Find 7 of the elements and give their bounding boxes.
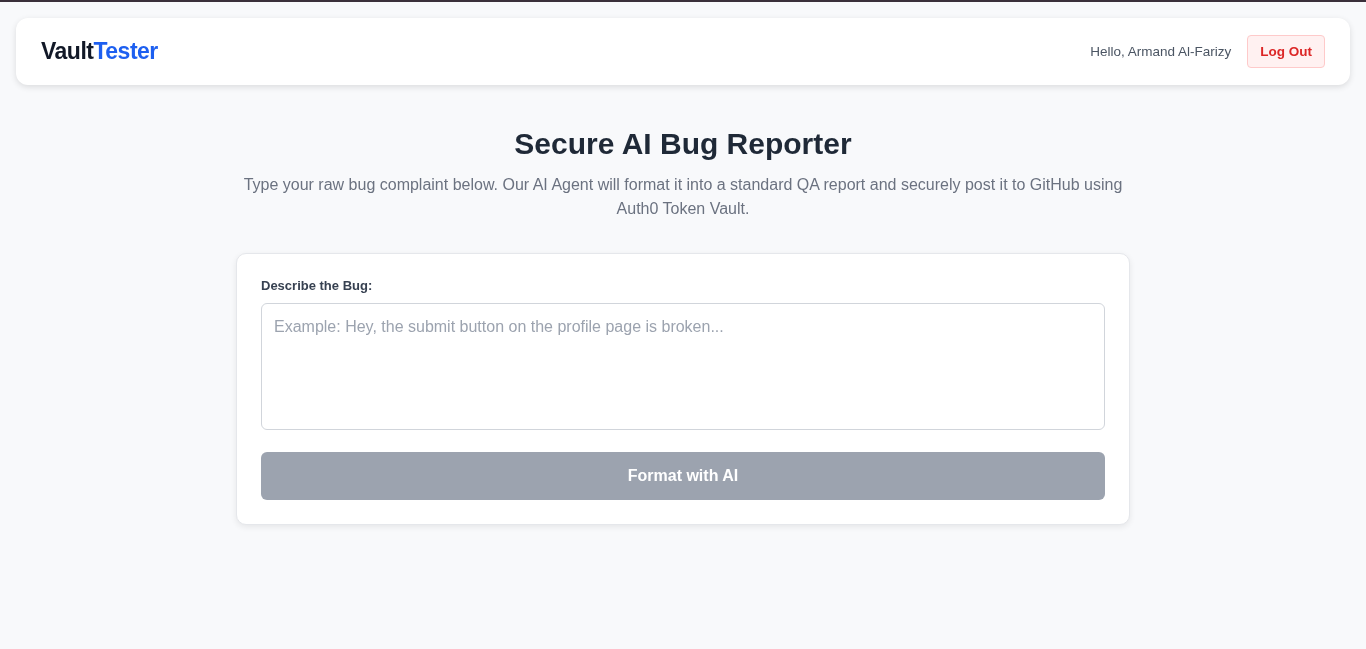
greeting-text: Hello, Armand Al-Farizy [1090, 44, 1232, 59]
logout-button[interactable]: Log Out [1247, 35, 1325, 68]
logo: VaultTester [41, 38, 158, 65]
field-label: Describe the Bug: [261, 278, 374, 293]
page-subtitle: Type your raw bug complaint below. Our AI Agent will format it into a standard QA report and securely post it to GitHub using Auth0 Token Vault. [242, 175, 1124, 219]
page-title: Secure AI Bug Reporter [514, 127, 852, 161]
bug-description-field[interactable]: Example: Hey, the submit button on the profile page is broken... [261, 303, 1105, 430]
